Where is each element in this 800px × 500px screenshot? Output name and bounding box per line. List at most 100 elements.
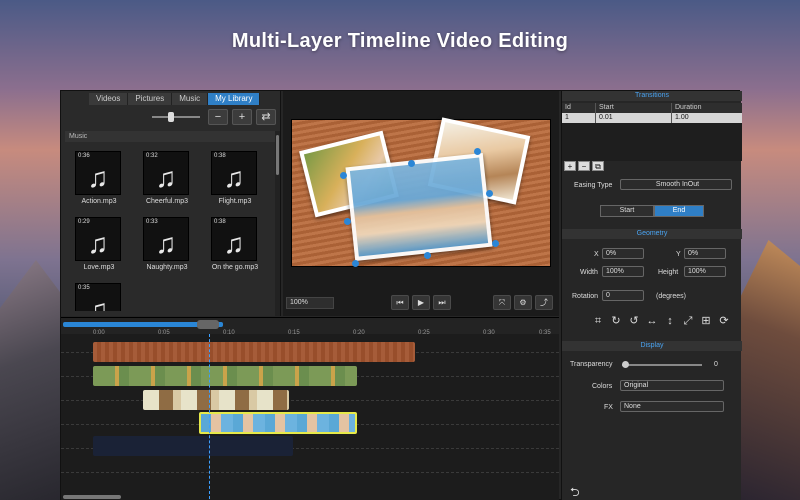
resize-handle[interactable] bbox=[340, 172, 347, 179]
zoom-select[interactable]: 100% bbox=[286, 297, 334, 309]
resize-handle[interactable] bbox=[492, 240, 499, 247]
skip-back-icon[interactable]: ⏮ bbox=[391, 295, 409, 310]
headline: Multi-Layer Timeline Video Editing bbox=[231, 30, 569, 52]
zoom-handle[interactable] bbox=[197, 320, 219, 329]
duration-label: 0:32 bbox=[146, 153, 158, 159]
swap-icon[interactable]: ⇄ bbox=[256, 109, 276, 125]
rotate-left-icon[interactable]: ↺ bbox=[628, 315, 640, 327]
duplicate-icon[interactable]: ⧉ bbox=[592, 161, 604, 171]
y-field[interactable]: 0% bbox=[684, 248, 726, 259]
height-field[interactable]: 100% bbox=[684, 266, 726, 277]
tick-label: 0:15 bbox=[288, 330, 300, 336]
undo-icon[interactable]: ⮌ bbox=[570, 483, 580, 500]
reset-icon[interactable]: ⟳ bbox=[718, 315, 730, 327]
start-toggle[interactable]: Start bbox=[600, 205, 654, 217]
gear-icon[interactable]: ⚙ bbox=[514, 295, 532, 310]
music-note-icon: ♫ bbox=[87, 294, 109, 311]
end-toggle[interactable]: End bbox=[654, 205, 704, 217]
duration-label: 0:36 bbox=[78, 153, 90, 159]
library-tabs: Videos Pictures Music My Library bbox=[89, 93, 261, 105]
thumbnail-size-slider[interactable] bbox=[152, 111, 200, 123]
flip-vertical-icon[interactable]: ↕ bbox=[664, 315, 676, 327]
width-field[interactable]: 100% bbox=[602, 266, 644, 277]
height-label: Height bbox=[658, 269, 679, 276]
play-icon[interactable]: ▶ bbox=[412, 295, 430, 310]
tab-videos[interactable]: Videos bbox=[89, 93, 129, 105]
remove-transition-button[interactable]: − bbox=[578, 161, 590, 171]
rotate-right-icon[interactable]: ↻ bbox=[610, 315, 622, 327]
center-icon[interactable]: ⊞ bbox=[700, 315, 712, 327]
column-header-id: Id bbox=[562, 103, 596, 113]
transparency-value: 0 bbox=[714, 361, 718, 368]
resize-handle[interactable] bbox=[474, 148, 481, 155]
resize-handle[interactable] bbox=[424, 252, 431, 259]
geometry-header: Geometry bbox=[562, 229, 742, 239]
media-item-name: Flight.mp3 bbox=[218, 198, 252, 205]
media-item[interactable]: 0:38 ♫ Flight.mp3 bbox=[205, 151, 265, 213]
tab-my-library[interactable]: My Library bbox=[208, 93, 261, 105]
export-icon[interactable]: ⤴ bbox=[535, 295, 553, 310]
fx-label: FX bbox=[604, 404, 613, 411]
table-row[interactable]: 1 0.01 1.00 bbox=[562, 113, 742, 123]
colors-select[interactable]: Original bbox=[620, 380, 724, 391]
column-header-start: Start bbox=[596, 103, 672, 113]
tab-music[interactable]: Music bbox=[172, 93, 209, 105]
media-library-panel: Videos Pictures Music My Library − + ⇄ M… bbox=[61, 91, 281, 316]
media-item-name: Action.mp3 bbox=[81, 198, 117, 205]
media-item[interactable]: 0:29 ♫ Love.mp3 bbox=[69, 217, 129, 279]
preview-canvas[interactable] bbox=[291, 117, 551, 267]
preview-panel: 100% ⏮ ▶ ⏭ ⤧ ⚙ ⤴ bbox=[283, 91, 559, 316]
rotation-label: Rotation bbox=[572, 293, 599, 300]
add-button[interactable]: + bbox=[232, 109, 252, 125]
tick-label: 0:30 bbox=[483, 330, 495, 336]
remove-button[interactable]: − bbox=[208, 109, 228, 125]
resize-handle[interactable] bbox=[344, 218, 351, 225]
library-scrollbar[interactable] bbox=[275, 131, 280, 316]
resize-handle[interactable] bbox=[352, 260, 359, 267]
music-note-icon: ♫ bbox=[223, 162, 245, 193]
library-section-header: Music bbox=[65, 131, 275, 142]
media-item[interactable]: 0:36 ♫ Action.mp3 bbox=[69, 151, 129, 213]
background-clip[interactable] bbox=[93, 342, 415, 362]
fit-icon[interactable]: ⤢ bbox=[682, 315, 694, 327]
flip-horizontal-icon[interactable]: ↔ bbox=[646, 315, 658, 327]
transparency-slider[interactable] bbox=[622, 361, 702, 369]
video-clip-track-2[interactable] bbox=[143, 390, 289, 410]
transitions-table: Id Start Duration 1 0.01 1.00 bbox=[562, 103, 742, 161]
easing-type-select[interactable]: Smooth InOut bbox=[620, 179, 732, 190]
media-item[interactable]: 0:33 ♫ Naughty.mp3 bbox=[137, 217, 197, 279]
media-item-name: Naughty.mp3 bbox=[146, 264, 188, 271]
media-item-name: On the go.mp3 bbox=[211, 264, 259, 271]
media-item[interactable]: 0:32 ♫ Cheerful.mp3 bbox=[137, 151, 197, 213]
app-window: Videos Pictures Music My Library − + ⇄ M… bbox=[60, 90, 742, 500]
library-toolbar: − + ⇄ bbox=[152, 109, 276, 125]
media-item[interactable]: 0:35 ♫ bbox=[69, 283, 129, 311]
tick-label: 0:05 bbox=[158, 330, 170, 336]
skip-forward-icon[interactable]: ⏭ bbox=[433, 295, 451, 310]
video-clip-track-3-selected[interactable] bbox=[199, 412, 357, 434]
tick-label: 0:25 bbox=[418, 330, 430, 336]
timeline-scrollbar[interactable] bbox=[63, 495, 121, 499]
width-label: Width bbox=[580, 269, 598, 276]
empty-clip-region[interactable] bbox=[93, 436, 293, 456]
display-header: Display bbox=[562, 341, 742, 351]
add-transition-button[interactable]: + bbox=[564, 161, 576, 171]
resize-handle[interactable] bbox=[486, 190, 493, 197]
music-note-icon: ♫ bbox=[155, 228, 177, 259]
rotation-field[interactable]: 0 bbox=[602, 290, 644, 301]
tab-pictures[interactable]: Pictures bbox=[128, 93, 173, 105]
fullscreen-icon[interactable]: ⤧ bbox=[493, 295, 511, 310]
fx-select[interactable]: None bbox=[620, 401, 724, 412]
x-field[interactable]: 0% bbox=[602, 248, 644, 259]
video-clip-track-1[interactable] bbox=[93, 366, 357, 386]
resize-handle[interactable] bbox=[408, 160, 415, 167]
photo-layer-3-selected[interactable] bbox=[345, 153, 493, 261]
media-item[interactable]: 0:38 ♫ On the go.mp3 bbox=[205, 217, 265, 279]
x-label: X bbox=[594, 251, 599, 258]
transform-toolbar: ⌗ ↻ ↺ ↔ ↕ ⤢ ⊞ ⟳ bbox=[592, 315, 730, 327]
transparency-label: Transparency bbox=[570, 361, 613, 368]
transitions-header: Transitions bbox=[562, 91, 742, 101]
timeline-ruler[interactable]: 0:00 0:05 0:10 0:15 0:20 0:25 0:30 0:35 bbox=[61, 318, 559, 336]
crop-icon[interactable]: ⌗ bbox=[592, 315, 604, 327]
playhead[interactable] bbox=[209, 334, 210, 499]
